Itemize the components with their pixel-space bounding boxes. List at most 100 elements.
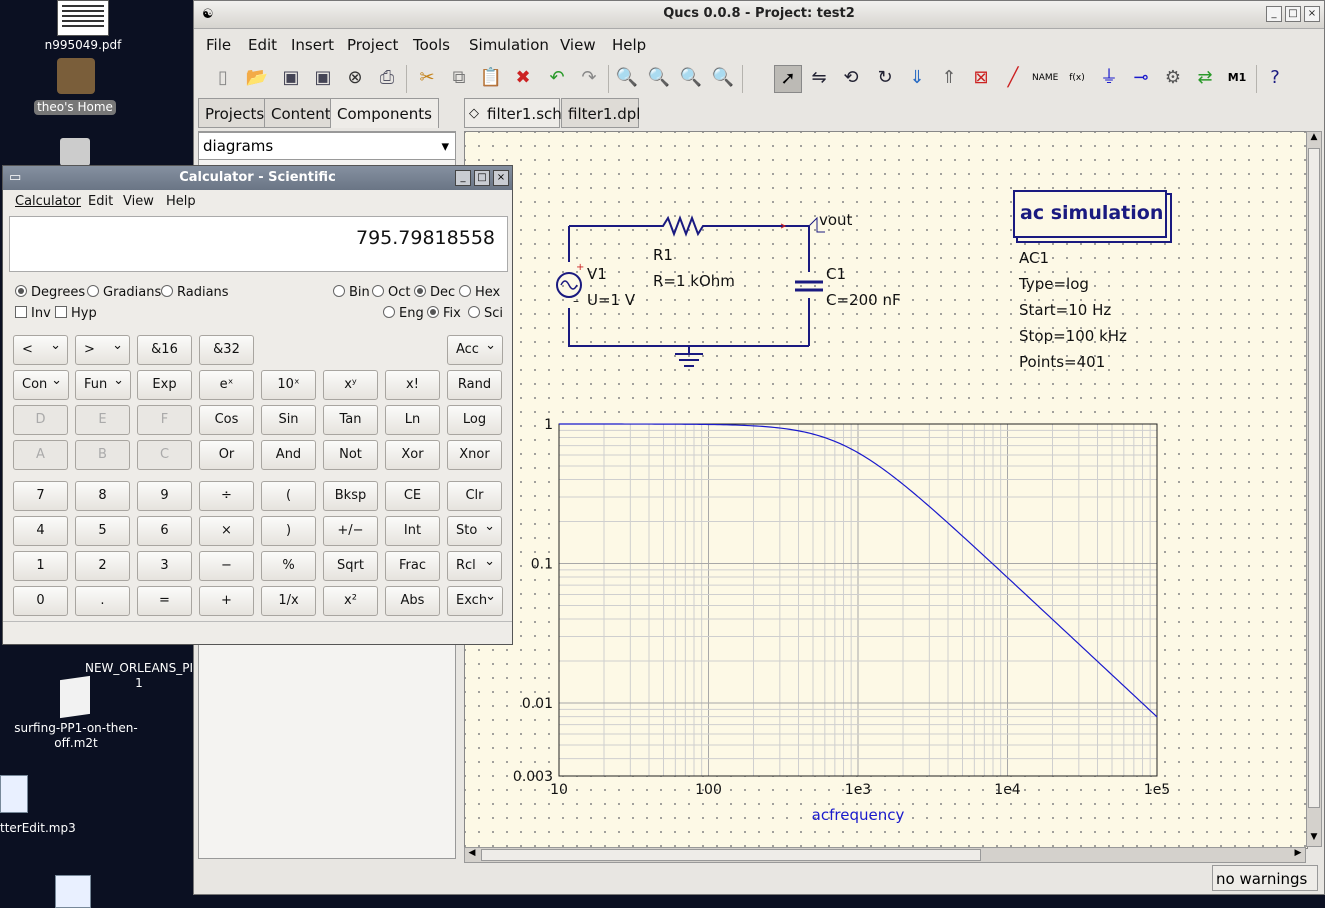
document-icon[interactable] [60, 675, 90, 719]
calc-key[interactable]: Or [199, 440, 254, 470]
whats-this-icon[interactable]: ? [1262, 65, 1288, 91]
calc-key[interactable]: Xor [385, 440, 440, 470]
calc-key[interactable]: Rand [447, 370, 502, 400]
radio-fix[interactable]: Fix [427, 306, 461, 321]
calc-key[interactable]: Cos [199, 405, 254, 435]
zoom-in-icon[interactable]: 🔍 [678, 65, 704, 91]
calc-key[interactable]: Exch [447, 583, 503, 616]
calc-key[interactable]: ) [261, 516, 316, 546]
calc-key[interactable]: Acc [447, 332, 503, 365]
radio-dec[interactable]: Dec [414, 285, 455, 300]
calc-key[interactable]: 4 [13, 516, 68, 546]
mp3-file-icon[interactable] [0, 775, 28, 813]
calculator-display[interactable]: 795.79818558 [9, 216, 508, 272]
calc-key[interactable]: 8 [75, 481, 130, 511]
calc-key[interactable]: x² [323, 586, 378, 616]
calc-key[interactable]: ÷ [199, 481, 254, 511]
calc-key[interactable]: &32 [199, 335, 254, 365]
radio-degrees[interactable]: Degrees [15, 285, 85, 300]
equation-icon[interactable]: f(x) [1064, 65, 1090, 91]
calc-menu-help[interactable]: Help [166, 194, 196, 209]
trash-icon[interactable] [60, 138, 90, 166]
paste-icon[interactable]: 📋 [478, 65, 504, 91]
home-folder-icon[interactable] [57, 58, 95, 94]
delete-icon[interactable]: ✖ [510, 65, 536, 91]
menu-edit[interactable]: Edit [248, 36, 277, 54]
radio-hex[interactable]: Hex [459, 285, 500, 300]
close-doc-icon[interactable]: ⊗ [342, 65, 368, 91]
zoom-1-icon[interactable]: 🔍 [646, 65, 672, 91]
tab-projects[interactable]: Projects [198, 98, 272, 128]
calc-key[interactable]: . [75, 586, 130, 616]
tab-components[interactable]: Components [330, 98, 439, 128]
calc-menu-view[interactable]: View [123, 194, 154, 209]
wire-icon[interactable]: ╱ [1000, 65, 1026, 91]
ac-simulation-box[interactable]: ac simulation [1013, 190, 1167, 238]
desktop-label-surfing[interactable]: surfing-PP1-on-then-off.m2t [6, 721, 146, 751]
calc-key[interactable]: D [13, 405, 68, 435]
calc-key[interactable]: = [137, 586, 192, 616]
calc-key[interactable]: 9 [137, 481, 192, 511]
save-icon[interactable]: ▣ [278, 65, 304, 91]
enter-subcircuit-icon[interactable]: ⇓ [904, 65, 930, 91]
menu-tools[interactable]: Tools [413, 36, 450, 54]
calc-key[interactable]: C [137, 440, 192, 470]
radio-bin[interactable]: Bin [333, 285, 370, 300]
horizontal-scroll-thumb[interactable] [481, 849, 981, 861]
calc-key[interactable]: Rcl [447, 548, 502, 581]
menu-view[interactable]: View [560, 36, 596, 54]
calc-minimize-icon[interactable]: _ [455, 170, 471, 186]
calc-key[interactable]: 5 [75, 516, 130, 546]
open-icon[interactable]: 📂 [244, 65, 270, 91]
calc-key[interactable]: Con [13, 367, 69, 400]
mirror-y-icon[interactable]: ⟲ [838, 65, 864, 91]
zoom-fit-icon[interactable]: 🔍 [614, 65, 640, 91]
calc-key[interactable]: 10ˣ [261, 370, 316, 400]
exit-subcircuit-icon[interactable]: ⇑ [936, 65, 962, 91]
calc-key[interactable]: Xnor [447, 440, 502, 470]
calc-key[interactable]: 1/x [261, 586, 316, 616]
mp3-file-icon-2[interactable] [55, 875, 91, 908]
simulate-icon[interactable]: ⚙ [1160, 65, 1186, 91]
calc-key[interactable]: Fun [75, 367, 131, 400]
radio-radians[interactable]: Radians [161, 285, 229, 300]
calc-key[interactable]: Tan [323, 405, 378, 435]
calc-key[interactable]: 2 [75, 551, 130, 581]
calc-key[interactable]: A [13, 440, 68, 470]
redo-icon[interactable]: ↷ [576, 65, 602, 91]
calc-key[interactable]: And [261, 440, 316, 470]
radio-sci[interactable]: Sci [468, 306, 503, 321]
schematic-canvas[interactable]: + – 10 100 1e3 1e4 1e5 1 0.1 0.01 0.003 acfrequen… [464, 131, 1308, 849]
tab-filter1-sch[interactable]: ◇ filter1.sch [464, 98, 562, 128]
marker-icon[interactable]: M1 [1224, 65, 1250, 91]
calc-key[interactable]: ( [261, 481, 316, 511]
calc-key[interactable]: Exp [137, 370, 192, 400]
calc-maximize-icon[interactable]: □ [474, 170, 490, 186]
wire-label-icon[interactable]: NAME [1032, 65, 1058, 91]
deactivate-icon[interactable]: ⊠ [968, 65, 994, 91]
horizontal-scrollbar[interactable]: ◀ ▶ [464, 847, 1306, 863]
radio-eng[interactable]: Eng [383, 306, 424, 321]
copy-icon[interactable]: ⧉ [446, 65, 472, 91]
calc-menu-edit[interactable]: Edit [88, 194, 113, 209]
calc-key[interactable]: 6 [137, 516, 192, 546]
maximize-icon[interactable]: □ [1285, 6, 1301, 22]
calc-close-icon[interactable]: × [493, 170, 509, 186]
radio-oct[interactable]: Oct [372, 285, 410, 300]
calc-key[interactable]: × [199, 516, 254, 546]
zoom-out-icon[interactable]: 🔍 [710, 65, 736, 91]
close-icon[interactable]: × [1304, 6, 1320, 22]
calc-key[interactable]: CE [385, 481, 440, 511]
calc-key[interactable]: Frac [385, 551, 440, 581]
minimize-icon[interactable]: _ [1266, 6, 1282, 22]
calc-key[interactable]: Sin [261, 405, 316, 435]
pdf-file-icon[interactable] [57, 0, 109, 36]
new-file-icon[interactable]: ▯ [210, 65, 236, 91]
scroll-up-icon[interactable]: ▲ [1307, 132, 1321, 146]
calc-key[interactable]: Int [385, 516, 440, 546]
calc-menu-calculator[interactable]: Calculator [15, 194, 81, 209]
calc-key[interactable]: x! [385, 370, 440, 400]
view-data-icon[interactable]: ⇄ [1192, 65, 1218, 91]
calc-key[interactable]: &16 [137, 335, 192, 365]
qucs-titlebar[interactable]: ☯ Qucs 0.0.8 - Project: test2 _ □ × [194, 1, 1324, 29]
